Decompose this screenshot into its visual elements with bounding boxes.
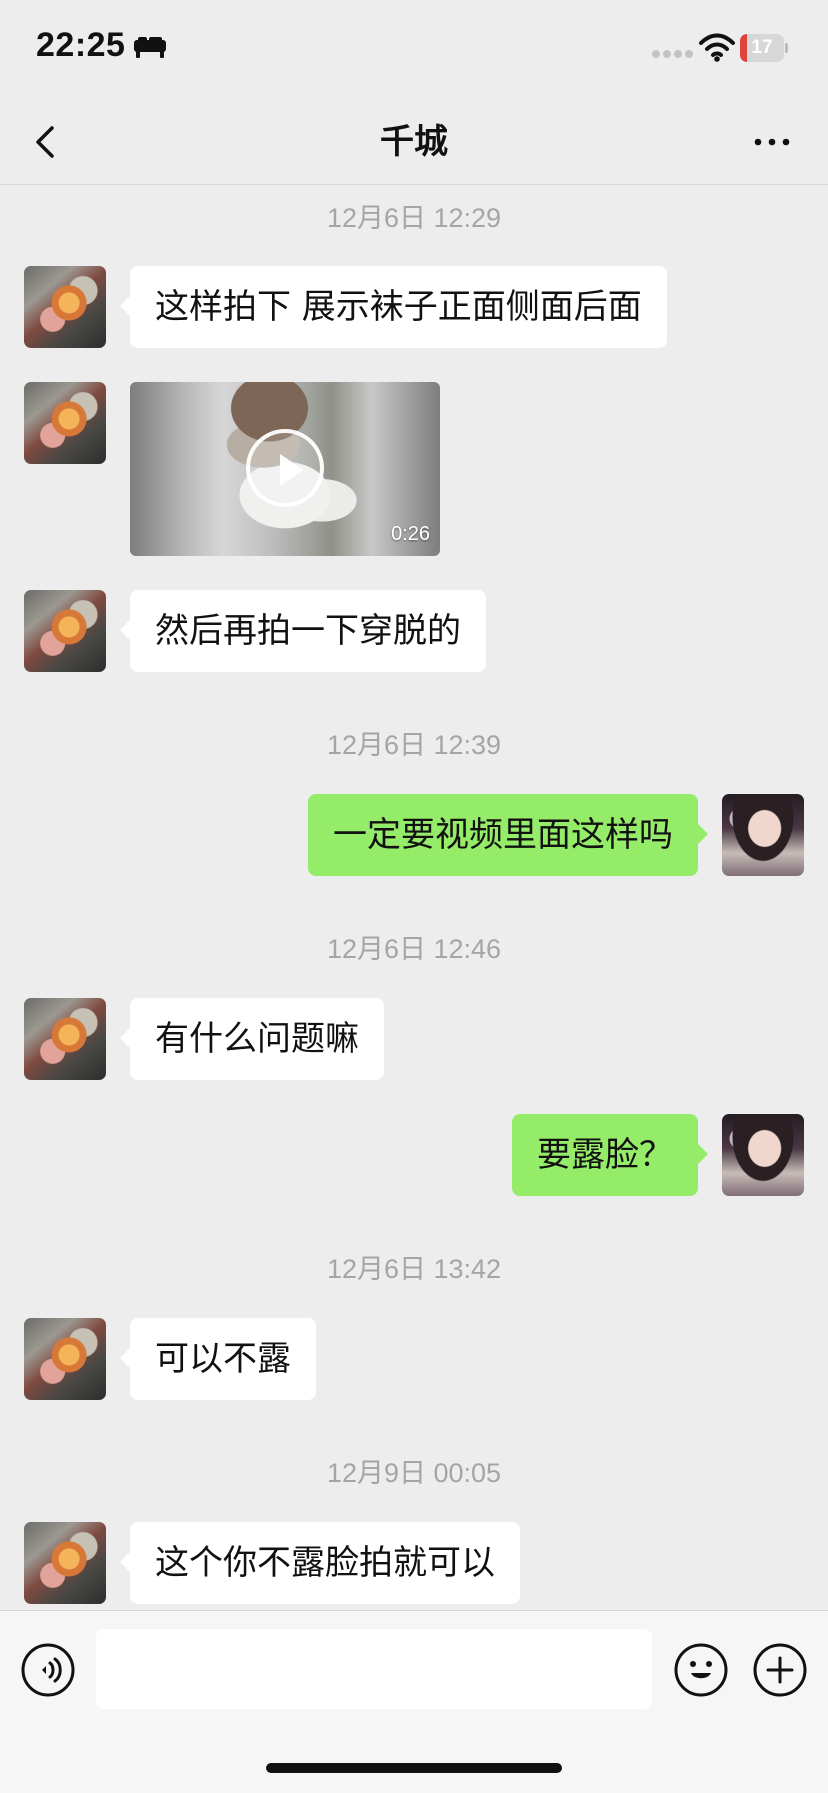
video-message[interactable]: 0:26	[130, 382, 440, 556]
message-list[interactable]: 12月6日 12:29 这样拍下 展示袜子正面侧面后面 0:26 然后再拍一下穿…	[0, 185, 828, 1610]
signal-icon	[652, 49, 694, 59]
voice-button[interactable]	[20, 1642, 76, 1698]
message-bubble[interactable]: 这个你不露脸拍就可以	[120, 1522, 520, 1604]
emoji-icon	[673, 1642, 729, 1698]
play-icon	[246, 429, 324, 507]
contact-avatar[interactable]	[24, 1522, 106, 1604]
message-bubble[interactable]: 要露脸？	[512, 1114, 708, 1196]
timestamp: 12月6日 12:39	[326, 730, 502, 760]
timestamp: 12月6日 12:29	[326, 203, 502, 233]
timestamp: 12月6日 13:42	[326, 1254, 502, 1284]
message-bubble[interactable]: 可以不露	[120, 1318, 316, 1400]
status-bar: 22:25 17	[0, 0, 828, 100]
contact-avatar[interactable]	[24, 590, 106, 672]
contact-avatar[interactable]	[24, 266, 106, 348]
video-duration: 0:26	[391, 523, 430, 545]
home-indicator	[266, 1763, 562, 1773]
bed-icon	[132, 34, 168, 60]
battery-body: 17	[740, 34, 784, 62]
chat-title: 千城	[380, 122, 448, 162]
contact-avatar[interactable]	[24, 382, 106, 464]
voice-icon	[20, 1642, 76, 1698]
contact-avatar[interactable]	[24, 998, 106, 1080]
message-input-bar	[0, 1610, 828, 1793]
plus-icon	[752, 1642, 808, 1698]
message-bubble[interactable]: 这样拍下 展示袜子正面侧面后面	[120, 266, 667, 348]
user-avatar[interactable]	[722, 1114, 804, 1196]
chat-header: 千城	[0, 100, 828, 185]
plus-button[interactable]	[752, 1642, 808, 1698]
battery-percentage: 17	[751, 37, 773, 58]
emoji-button[interactable]	[673, 1642, 729, 1698]
user-avatar[interactable]	[722, 794, 804, 876]
battery-icon: 17	[740, 34, 788, 62]
battery-cap	[785, 43, 788, 53]
wifi-icon	[699, 33, 735, 62]
message-bubble[interactable]: 然后再拍一下穿脱的	[120, 590, 486, 672]
more-icon	[748, 120, 796, 164]
message-bubble[interactable]: 有什么问题嘛	[120, 998, 384, 1080]
status-time: 22:25	[36, 26, 126, 64]
timestamp: 12月6日 12:46	[326, 934, 502, 964]
more-button[interactable]	[748, 120, 796, 164]
timestamp: 12月9日 00:05	[326, 1458, 502, 1488]
contact-avatar[interactable]	[24, 1318, 106, 1400]
message-input[interactable]	[96, 1629, 652, 1709]
message-bubble[interactable]: 一定要视频里面这样吗	[308, 794, 708, 876]
